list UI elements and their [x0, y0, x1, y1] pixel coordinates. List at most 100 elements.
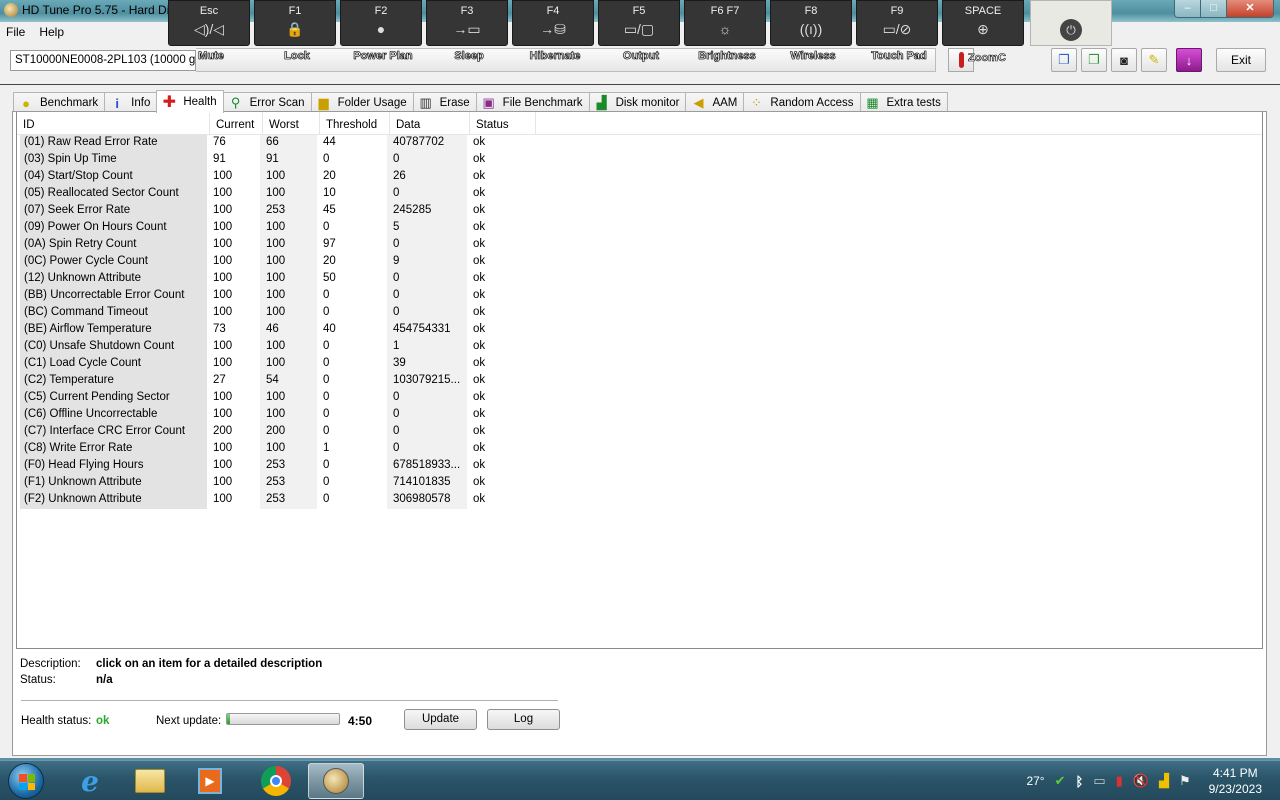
maximize-button[interactable]: □ [1201, 0, 1227, 17]
table-row[interactable]: (03) Spin Up Time 91 91 0 0 ok [17, 152, 1262, 169]
tab-folder-usage[interactable]: ▆ Folder Usage [310, 92, 414, 113]
tab-benchmark[interactable]: ● Benchmark [13, 92, 106, 113]
table-row[interactable]: (C0) Unsafe Shutdown Count 100 100 0 1 ok [17, 339, 1262, 356]
tab-info[interactable]: i Info [104, 92, 158, 113]
worst-value: 253 [260, 492, 317, 509]
screenshot-button[interactable]: ◙ [1111, 48, 1137, 72]
table-row[interactable]: (C2) Temperature 27 54 0 103079215... ok [17, 373, 1262, 390]
tab-extra-tests[interactable]: ▦ Extra tests [859, 92, 948, 113]
close-button[interactable]: ✕ [1227, 0, 1273, 17]
status-value: ok [473, 493, 486, 505]
attribute-id: (BB) Uncorrectable Error Count [20, 288, 207, 305]
table-row[interactable]: (BB) Uncorrectable Error Count 100 100 0 0 ok [17, 288, 1262, 305]
sleep-icon: →▭ [453, 21, 481, 37]
chrome-icon [261, 766, 291, 796]
tab-label: Info [131, 97, 151, 109]
status-value: ok [473, 272, 486, 284]
description-area: Description: click on an item for a detai… [20, 658, 322, 690]
taskbar-file-explorer[interactable] [122, 763, 178, 799]
raw-data: 0 [387, 288, 467, 305]
table-row[interactable]: (01) Raw Read Error Rate 76 66 44 40787702 ok [17, 135, 1262, 152]
table-row[interactable]: (C1) Load Cycle Count 100 100 0 39 ok [17, 356, 1262, 373]
tab-label: Health [183, 96, 217, 108]
save-button[interactable]: ↓ [1176, 48, 1202, 72]
osd-key-touch-pad[interactable]: F9 ▭/⊘ [856, 0, 938, 46]
start-button[interactable] [8, 763, 44, 799]
taskbar: e ▶ 27° ✔ ᛒ ▭ ▮ 🔇 ▟ ⚑ 4:41 PM 9/23/2023 [0, 760, 1280, 800]
minimize-button[interactable]: – [1175, 0, 1201, 17]
power-check-icon[interactable]: ✔ [1055, 773, 1066, 789]
osd-key-output[interactable]: F5 ▭/▢ [598, 0, 680, 46]
osd-key-brightness[interactable]: F6 F7 ☼ [684, 0, 766, 46]
table-row[interactable]: (07) Seek Error Rate 100 253 45 245285 ok [17, 203, 1262, 220]
raw-data: 0 [387, 271, 467, 288]
table-row[interactable]: (0C) Power Cycle Count 100 100 20 9 ok [17, 254, 1262, 271]
clock[interactable]: 4:41 PM 9/23/2023 [1209, 765, 1262, 797]
osd-key-power-plan[interactable]: F2 ● [340, 0, 422, 46]
log-button[interactable]: Log [487, 709, 560, 730]
osd-key-mute[interactable]: Esc ◁)/◁ [168, 0, 250, 46]
table-row[interactable]: (F2) Unknown Attribute 100 253 0 306980578 ok [17, 492, 1262, 509]
tab-random-access[interactable]: ⁘ Random Access [743, 92, 861, 113]
internet-explorer-icon: e [81, 764, 99, 798]
speaker-icon: ◀ [693, 95, 704, 110]
osd-key-zoom[interactable]: SPACE ⊕ [942, 0, 1024, 46]
taskbar-internet-explorer[interactable]: e [62, 763, 118, 799]
table-row[interactable]: (F1) Unknown Attribute 100 253 0 714101835 ok [17, 475, 1262, 492]
tab-health[interactable]: ✚ Health [156, 90, 224, 113]
column-id[interactable]: ID [17, 112, 210, 134]
table-row[interactable]: (12) Unknown Attribute 100 100 50 0 ok [17, 271, 1262, 288]
column-current[interactable]: Current [210, 112, 263, 134]
tab-disk-monitor[interactable]: ▟ Disk monitor [588, 92, 687, 113]
table-row[interactable]: (05) Reallocated Sector Count 100 100 10 0 ok [17, 186, 1262, 203]
smart-attribute-list[interactable]: ID Current Worst Threshold Data Status (… [16, 112, 1263, 649]
column-threshold[interactable]: Threshold [320, 112, 390, 134]
osd-label: Touch Pad [871, 50, 927, 63]
network-icon[interactable]: ▟ [1159, 773, 1169, 789]
display-icon[interactable]: ▭ [1093, 773, 1105, 789]
exit-button[interactable]: Exit [1216, 48, 1266, 72]
taskbar-chrome[interactable] [248, 763, 304, 799]
osd-key-name: Esc [199, 5, 219, 17]
osd-key-wireless[interactable]: F8 ((ı)) [770, 0, 852, 46]
copy-info-button[interactable]: ❐ [1081, 48, 1107, 72]
taskbar-hd-tune[interactable] [308, 763, 364, 799]
weather-temperature[interactable]: 27° [1026, 774, 1044, 788]
options-button[interactable]: ✎ [1141, 48, 1167, 72]
health-cross-icon: ✚ [162, 94, 177, 111]
column-status[interactable]: Status [470, 112, 536, 134]
tab-file-benchmark[interactable]: ▣ File Benchmark [475, 92, 590, 113]
table-row[interactable]: (C6) Offline Uncorrectable 100 100 0 0 ok [17, 407, 1262, 424]
table-row[interactable]: (C8) Write Error Rate 100 100 1 0 ok [17, 441, 1262, 458]
osd-key-lock[interactable]: F1 🔒 [254, 0, 336, 46]
table-row[interactable]: (C5) Current Pending Sector 100 100 0 0 ok [17, 390, 1262, 407]
column-data[interactable]: Data [390, 112, 470, 134]
raw-data: 0 [387, 237, 467, 254]
menu-help[interactable]: Help [39, 25, 64, 39]
table-row[interactable]: (BC) Command Timeout 100 100 0 0 ok [17, 305, 1262, 322]
tab-error-scan[interactable]: ⚲ Error Scan [222, 92, 312, 113]
table-row[interactable]: (F0) Head Flying Hours 100 253 0 678518933..… [17, 458, 1262, 475]
power-plug-icon[interactable]: ▮ [1116, 773, 1123, 789]
action-center-flag-icon[interactable]: ⚑ [1179, 773, 1191, 789]
table-row[interactable]: (C7) Interface CRC Error Count 200 200 0 0 ok [17, 424, 1262, 441]
taskbar-media-player[interactable]: ▶ [182, 763, 238, 799]
copy-text-button[interactable]: ❐ [1051, 48, 1077, 72]
system-tray: 27° ✔ ᛒ ▭ ▮ 🔇 ▟ ⚑ 4:41 PM 9/23/2023 [1026, 761, 1274, 800]
column-worst[interactable]: Worst [263, 112, 320, 134]
tab-erase[interactable]: ▥ Erase [412, 92, 477, 113]
table-row[interactable]: (BE) Airflow Temperature 73 46 40 454754331 o… [17, 322, 1262, 339]
menu-file[interactable]: File [6, 25, 25, 39]
table-row[interactable]: (04) Start/Stop Count 100 100 20 26 ok [17, 169, 1262, 186]
volume-muted-icon[interactable]: 🔇 [1133, 773, 1149, 789]
mute-icon: ◁)/◁ [193, 21, 225, 37]
power-plug-icon: ⏻ [1060, 19, 1082, 41]
table-row[interactable]: (0A) Spin Retry Count 100 100 97 0 ok [17, 237, 1262, 254]
update-button[interactable]: Update [404, 709, 477, 730]
bluetooth-icon[interactable]: ᛒ [1076, 774, 1084, 789]
osd-key-sleep[interactable]: F3 →▭ [426, 0, 508, 46]
tab-aam[interactable]: ◀ AAM [685, 92, 745, 113]
threshold-value: 20 [323, 170, 336, 182]
table-row[interactable]: (09) Power On Hours Count 100 100 0 5 ok [17, 220, 1262, 237]
osd-key-hibernate[interactable]: F4 →⛁ [512, 0, 594, 46]
